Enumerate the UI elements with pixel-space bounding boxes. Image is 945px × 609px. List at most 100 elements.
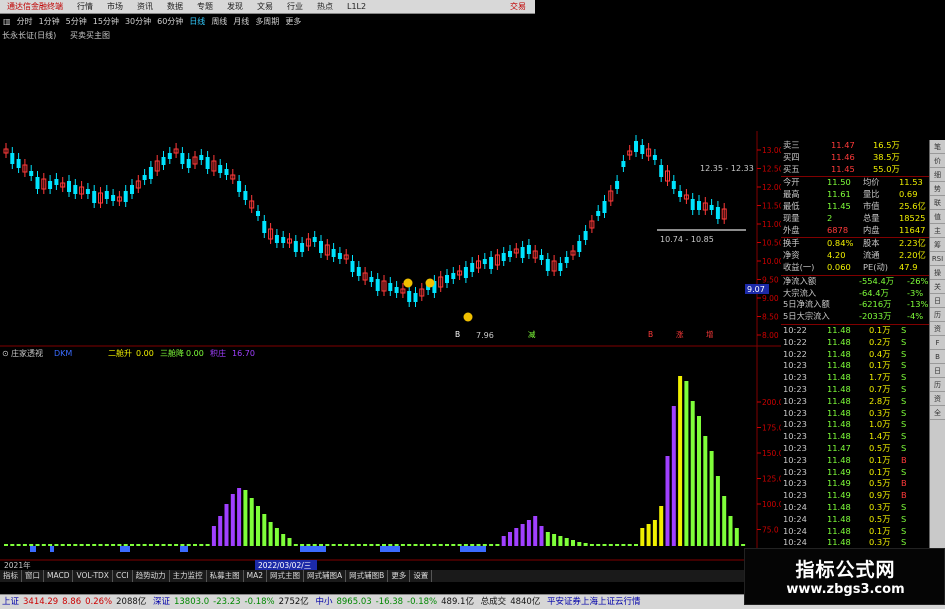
top-menu-item[interactable]: 发现 — [220, 0, 250, 13]
kline-chart[interactable]: 13.0012.5012.0011.5011.0010.5010.009.509… — [0, 41, 781, 581]
total-volume: 4840亿 — [510, 597, 541, 607]
stat-value: 0.84% — [827, 238, 854, 249]
indicator-tab[interactable]: 私募主图 — [207, 570, 244, 582]
quote-row: 收益(一) 0.060 PE(动) 47.9 — [781, 262, 929, 274]
stock-title-bar: 长永长证(日线) 买卖买主图 — [0, 29, 535, 41]
sh-label[interactable]: 上证 — [2, 595, 19, 609]
period-tab[interactable]: 15分钟 — [90, 15, 122, 28]
right-tab[interactable]: 资 — [930, 392, 945, 406]
top-menu-item[interactable]: 资讯 — [130, 0, 160, 13]
stat-value: 2.23亿 — [899, 238, 926, 249]
indicator-tab[interactable]: 指标 — [0, 570, 22, 582]
right-tab[interactable]: 笔 — [930, 140, 945, 154]
right-tab[interactable]: 资 — [930, 322, 945, 336]
zx-label[interactable]: 中小 — [315, 595, 332, 609]
indicator-name[interactable]: 庄家透视 — [11, 348, 43, 358]
indicator-tab[interactable]: VOL-TDX — [73, 570, 113, 582]
indicator-bar — [230, 494, 235, 546]
top-menu-item[interactable]: 文易 — [250, 0, 280, 13]
indicator-tab[interactable]: 设置 — [410, 570, 433, 582]
indicator-tab[interactable]: MACD — [44, 570, 74, 582]
right-tab[interactable]: RSI — [930, 252, 945, 266]
top-menu-item[interactable]: 市场 — [100, 0, 130, 13]
candle — [451, 267, 456, 284]
indicator-tab[interactable]: 网式主图 — [267, 570, 305, 582]
candle-body — [274, 235, 279, 243]
period-tab[interactable]: 多周期 — [252, 15, 282, 28]
top-menu-item[interactable]: 热点 — [310, 0, 340, 13]
indicator-tab[interactable]: 窗口 — [22, 570, 44, 582]
top-menu-bar: 通达信金融终端 行情 市场 资讯 数据 专题 发现 文易 行业 热点 L1L2 交易 — [0, 0, 535, 14]
quote-volume: 38.5万 — [873, 151, 900, 162]
period-tab[interactable]: 1分钟 — [36, 15, 63, 28]
period-tab[interactable]: 5分钟 — [63, 15, 90, 28]
indicator-bar — [571, 540, 575, 546]
indicator-tab[interactable]: 网式辅图A — [304, 570, 347, 582]
right-tab[interactable]: 价 — [930, 154, 945, 168]
period-tab[interactable]: 30分钟 — [122, 15, 154, 28]
right-tab[interactable]: 细 — [930, 168, 945, 182]
candle — [130, 179, 134, 199]
indicator-tab[interactable]: 趋势动力 — [133, 570, 170, 582]
right-tab[interactable]: F — [930, 336, 945, 350]
right-tab[interactable]: 筹 — [930, 238, 945, 252]
top-menu-item[interactable]: L1L2 — [340, 0, 373, 13]
period-tab[interactable]: 60分钟 — [154, 15, 186, 28]
indicator-tab[interactable]: 网式辅图B — [346, 570, 389, 582]
indicator-bar — [73, 544, 78, 546]
right-tab[interactable]: 历 — [930, 378, 945, 392]
price-axis-label: 11.00 — [762, 220, 781, 229]
candle — [41, 173, 47, 194]
right-tab[interactable]: 值 — [930, 210, 945, 224]
quote-row: 买四 11.46 38.5万 — [781, 152, 929, 164]
stat-label: 外盘 — [783, 224, 800, 235]
indicator-tab[interactable]: CCI — [113, 570, 133, 582]
candle — [237, 175, 242, 197]
sh-index: 3414.29 — [23, 597, 59, 607]
candle-body — [545, 259, 550, 271]
right-tab[interactable]: B — [930, 350, 945, 364]
period-tab[interactable]: 更多 — [282, 15, 304, 28]
period-tab[interactable]: 周线 — [208, 15, 230, 28]
indicator-tab[interactable]: 主力监控 — [170, 570, 207, 582]
top-menu-item[interactable]: 专题 — [190, 0, 220, 13]
top-menu-item[interactable]: 行业 — [280, 0, 310, 13]
range-label: 10.74 - 10.85 — [660, 235, 714, 244]
candle-body — [85, 189, 90, 194]
candle — [438, 271, 444, 292]
indicator-bar — [615, 544, 620, 546]
indicator-v4: 16.70 — [232, 349, 255, 358]
period-tab[interactable]: 分时 — [14, 15, 36, 28]
stat-label: 最高 — [783, 189, 800, 200]
indicator-v3-label: 三舱降 — [160, 348, 184, 358]
indicator-tab[interactable]: 更多 — [388, 570, 411, 582]
price-axis: 13.00 12.50 12.00 11.50 11.00 10.50 10.00 9.50 9… — [757, 146, 781, 340]
period-tab[interactable]: 日线 — [186, 15, 208, 28]
quote-row: 10:22 11.48 0.4万 S — [781, 349, 929, 361]
right-tab[interactable]: 联 — [930, 196, 945, 210]
broker-name[interactable]: 平安证券上海上证云行情 — [547, 595, 641, 609]
right-tab[interactable]: 日 — [930, 294, 945, 308]
sz-label[interactable]: 深证 — [153, 595, 170, 609]
right-tab[interactable]: 主 — [930, 224, 945, 238]
quote-row: 外盘 6878 内盘 11647 — [781, 225, 929, 237]
indicator-bar — [634, 544, 638, 546]
candle-body — [520, 247, 525, 258]
zx-pct: -0.18% — [407, 597, 438, 607]
right-tab[interactable]: 全 — [930, 406, 945, 420]
indicator-axis-label: 125.0 — [762, 475, 781, 484]
right-tab[interactable]: 操 — [930, 266, 945, 280]
top-menu-item[interactable]: 数据 — [160, 0, 190, 13]
top-menu-item[interactable]: 通达信金融终端 — [0, 0, 70, 13]
right-tab[interactable]: 历 — [930, 308, 945, 322]
period-tab[interactable]: 月线 — [230, 15, 252, 28]
right-tab[interactable]: 势 — [930, 182, 945, 196]
formula-name[interactable]: 买卖买主图 — [70, 30, 110, 41]
indicator-tab[interactable]: MA2 — [244, 570, 268, 582]
right-tab[interactable]: 关 — [930, 280, 945, 294]
top-menu-item[interactable]: 行情 — [70, 0, 100, 13]
candle — [508, 245, 512, 262]
indicator-bar — [363, 544, 368, 546]
right-tab[interactable]: 日 — [930, 364, 945, 378]
top-menu-item[interactable]: 交易 — [503, 0, 533, 13]
